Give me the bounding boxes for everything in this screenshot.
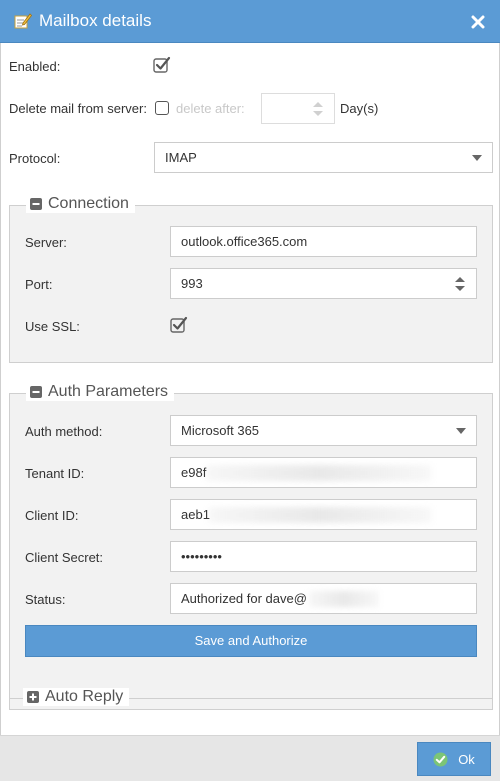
- collapse-minus-icon: [30, 386, 42, 398]
- delete-mail-checkbox[interactable]: [155, 101, 169, 115]
- port-label: Port:: [25, 277, 53, 292]
- spinner-icon[interactable]: [312, 98, 324, 120]
- port-spinner-icon[interactable]: [454, 273, 466, 295]
- delete-after-days-input[interactable]: [261, 93, 335, 124]
- auth-legend[interactable]: Auth Parameters: [26, 383, 175, 401]
- dialog-titlebar: Mailbox details: [0, 0, 500, 43]
- collapse-minus-icon: [30, 198, 42, 210]
- connection-legend[interactable]: Connection: [26, 195, 135, 213]
- redacted-blur: [206, 465, 431, 481]
- redacted-blur: [309, 591, 379, 607]
- client-id-value: aeb1: [181, 507, 210, 522]
- check-circle-icon: [433, 752, 448, 766]
- enabled-label: Enabled:: [9, 59, 61, 74]
- auth-method-label: Auth method:: [25, 424, 103, 439]
- server-input[interactable]: outlook.office365.com: [170, 226, 477, 257]
- dialog-footer: Ok: [0, 735, 500, 781]
- auto-reply-legend-text: Auto Reply: [45, 688, 124, 705]
- auth-legend-text: Auth Parameters: [48, 383, 169, 400]
- ssl-checkbox[interactable]: [170, 316, 188, 334]
- delete-after-label: delete after:: [176, 101, 245, 116]
- auto-reply-legend[interactable]: Auto Reply: [23, 688, 130, 706]
- close-icon: [471, 15, 485, 29]
- save-and-authorize-button[interactable]: Save and Authorize: [25, 625, 477, 657]
- protocol-select[interactable]: IMAP: [154, 142, 493, 173]
- status-label: Status:: [25, 592, 66, 607]
- protocol-value: IMAP: [165, 150, 197, 165]
- chevron-down-icon: [472, 155, 482, 161]
- expand-plus-icon: [27, 691, 39, 703]
- delete-mail-label: Delete mail from server:: [9, 101, 147, 116]
- edit-note-icon: [14, 13, 32, 29]
- close-button[interactable]: [468, 12, 488, 32]
- client-id-label: Client ID:: [25, 508, 79, 523]
- connection-legend-text: Connection: [48, 195, 129, 212]
- status-value: Authorized for dave@: [181, 591, 307, 606]
- port-input[interactable]: 993: [170, 268, 477, 299]
- tenant-id-label: Tenant ID:: [25, 466, 85, 481]
- enabled-checkbox[interactable]: [153, 56, 171, 74]
- redacted-blur: [209, 507, 431, 523]
- tenant-id-value: e98f: [181, 465, 207, 480]
- client-secret-value: •••••••••: [181, 549, 222, 564]
- chevron-down-icon: [456, 428, 466, 434]
- ssl-label: Use SSL:: [25, 319, 80, 334]
- server-value: outlook.office365.com: [181, 234, 308, 249]
- protocol-label: Protocol:: [9, 151, 61, 166]
- auth-method-value: Microsoft 365: [181, 423, 260, 438]
- port-value: 993: [181, 276, 203, 291]
- dialog-body: Enabled: Delete mail from server: delete…: [0, 43, 500, 735]
- ok-label: Ok: [458, 751, 475, 767]
- dialog-title: Mailbox details: [39, 11, 152, 30]
- client-secret-input[interactable]: •••••••••: [170, 541, 477, 572]
- days-unit-label: Day(s): [340, 101, 379, 116]
- ok-button[interactable]: Ok: [417, 742, 491, 776]
- auth-method-select[interactable]: Microsoft 365: [170, 415, 477, 446]
- server-label: Server:: [25, 235, 67, 250]
- client-secret-label: Client Secret:: [25, 550, 104, 565]
